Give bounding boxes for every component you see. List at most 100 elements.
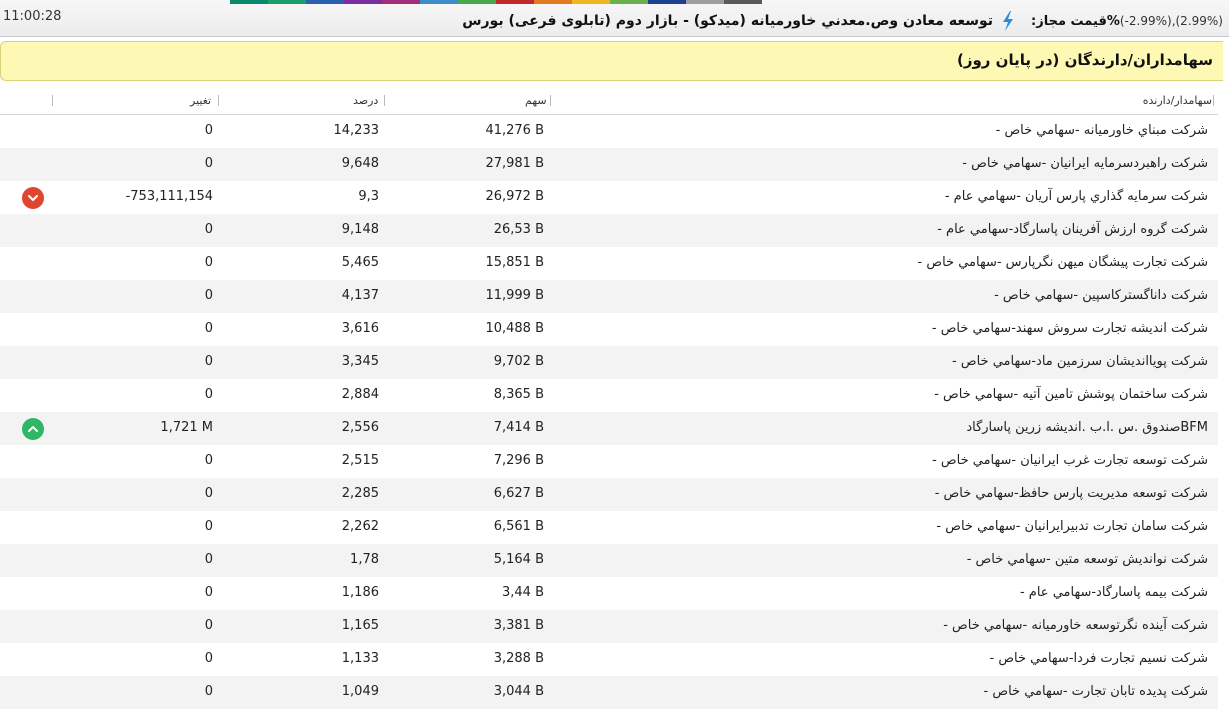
- holder-cell: شرکت گروه ارزش آفرينان پاسارگاد-سهامي عا…: [937, 222, 1208, 237]
- shares-cell: 8,365 B: [493, 387, 544, 402]
- table-row[interactable]: BFMصندوق .س .ا.ب .انديشه زرين پاسارگاد 7,…: [0, 412, 1218, 445]
- table-row[interactable]: شرکت ساختمان پوشش تامين آتيه -سهامي خاص …: [0, 379, 1218, 412]
- column-header-change[interactable]: تغییر: [190, 94, 211, 107]
- change-cell: 0: [204, 222, 213, 237]
- column-separator: [550, 95, 551, 106]
- shares-cell: 3,288 B: [493, 651, 544, 666]
- column-separator: [52, 95, 53, 106]
- percent-cell: 2,884: [341, 387, 379, 402]
- color-strip-segment: [458, 0, 496, 4]
- holder-cell: شرکت پديده تابان تجارت -سهامي خاص -: [983, 684, 1208, 699]
- instrument-header: توسعه معادن وص.معدني خاورميانه (ميدکو) -…: [462, 11, 1223, 31]
- color-strip-segment: [496, 0, 534, 4]
- index-color-strip: [230, 0, 762, 4]
- table-row[interactable]: شرکت پديده تابان تجارت -سهامي خاص - 3,044…: [0, 676, 1218, 709]
- table-row[interactable]: شرکت پويااندیشان سرزمين ماد-سهامي خاص - 9…: [0, 346, 1218, 379]
- table-row[interactable]: شرکت داناگسترکاسپين -سهامي خاص - 11,999 B…: [0, 280, 1218, 313]
- table-row[interactable]: شرکت بيمه پاسارگاد-سهامي عام - 3,44 B 1,18…: [0, 577, 1218, 610]
- change-cell: 0: [204, 519, 213, 534]
- change-cell: 1,721 M: [160, 420, 213, 435]
- column-separator: [218, 95, 219, 106]
- holder-cell: شرکت راهبردسرمايه ايرانيان -سهامي خاص -: [962, 156, 1208, 171]
- holder-cell: شرکت مبناي خاورميانه -سهامي خاص -: [995, 123, 1208, 138]
- percent-cell: 9,148: [341, 222, 379, 237]
- color-strip-segment: [268, 0, 306, 4]
- column-header-holder[interactable]: سهامدار/دارنده: [1143, 94, 1212, 107]
- table-row[interactable]: شرکت نوانديش توسعه متين -سهامي خاص - 5,16…: [0, 544, 1218, 577]
- holders-panel-header: سهامداران/دارندگان (در پایان روز): [0, 41, 1223, 81]
- change-cell: 0: [204, 387, 213, 402]
- change-cell: 0: [204, 354, 213, 369]
- color-strip-segment: [230, 0, 268, 4]
- shares-cell: 7,414 B: [493, 420, 544, 435]
- holder-cell: شرکت انديشه تجارت سروش سهند-سهامي خاص -: [931, 321, 1208, 336]
- shares-cell: 15,851 B: [485, 255, 544, 270]
- shares-cell: 3,381 B: [493, 618, 544, 633]
- shares-cell: 26,972 B: [485, 189, 544, 204]
- shares-cell: 3,44 B: [502, 585, 544, 600]
- percent-cell: 3,345: [341, 354, 379, 369]
- holder-cell: شرکت نوانديش توسعه متين -سهامي خاص -: [966, 552, 1208, 567]
- holder-cell: شرکت نسيم تجارت فردا-سهامي خاص -: [989, 651, 1209, 666]
- shares-cell: 9,702 B: [493, 354, 544, 369]
- percent-cell: 1,165: [341, 618, 379, 633]
- holder-cell: شرکت آينده نگرتوسعه خاورميانه -سهامي خاص…: [943, 618, 1208, 633]
- change-cell: 0: [204, 123, 213, 138]
- shares-cell: 3,044 B: [493, 684, 544, 699]
- percent-cell: 3,616: [341, 321, 379, 336]
- lightning-bolt-icon[interactable]: [1001, 11, 1015, 31]
- table-row[interactable]: شرکت سامان تجارت تدبيرايرانيان -سهامي خا…: [0, 511, 1218, 544]
- percent-cell: 2,285: [341, 486, 379, 501]
- holder-cell: شرکت بيمه پاسارگاد-سهامي عام -: [1019, 585, 1208, 600]
- instrument-title[interactable]: توسعه معادن وص.معدني خاورميانه (ميدکو) -…: [462, 13, 993, 29]
- holder-cell: شرکت تجارت پيشگان ميهن نگرپارس -سهامي خا…: [917, 255, 1208, 270]
- color-strip-segment: [572, 0, 610, 4]
- table-header: سهامدار/دارنده سهم درصد تغییر: [0, 86, 1218, 115]
- shares-cell: 26,53 B: [493, 222, 544, 237]
- allowed-price-value: (-2.99%),(2.99%): [1119, 14, 1223, 28]
- column-separator: [384, 95, 385, 106]
- change-cell: 0: [204, 684, 213, 699]
- table-row[interactable]: شرکت توسعه تجارت غرب ايرانيان -سهامي خاص…: [0, 445, 1218, 478]
- panel-title: سهامداران/دارندگان (در پایان روز): [956, 51, 1213, 69]
- percent-cell: 2,556: [341, 420, 379, 435]
- percent-cell: 1,186: [341, 585, 379, 600]
- table-row[interactable]: شرکت راهبردسرمايه ايرانيان -سهامي خاص - 2…: [0, 148, 1218, 181]
- holder-cell: شرکت توسعه مديريت پارس حافظ-سهامي خاص -: [934, 486, 1208, 501]
- table-row[interactable]: شرکت سرمايه گذاري پارس آريان -سهامي عام …: [0, 181, 1218, 214]
- column-header-shares[interactable]: سهم: [525, 94, 547, 107]
- color-strip-segment: [534, 0, 572, 4]
- percent-cell: 1,78: [350, 552, 379, 567]
- change-cell: 0: [204, 486, 213, 501]
- table-row[interactable]: شرکت انديشه تجارت سروش سهند-سهامي خاص - 1…: [0, 313, 1218, 346]
- table-row[interactable]: شرکت آينده نگرتوسعه خاورميانه -سهامي خاص…: [0, 610, 1218, 643]
- change-cell: 0: [204, 255, 213, 270]
- table-row[interactable]: شرکت گروه ارزش آفرينان پاسارگاد-سهامي عا…: [0, 214, 1218, 247]
- change-cell: 0: [204, 321, 213, 336]
- table-row[interactable]: شرکت نسيم تجارت فردا-سهامي خاص - 3,288 B 1…: [0, 643, 1218, 676]
- allowed-price-label: %قیمت مجاز:: [1031, 13, 1120, 29]
- holder-cell: شرکت پويااندیشان سرزمين ماد-سهامي خاص -: [952, 354, 1208, 369]
- color-strip-segment: [648, 0, 686, 4]
- shares-cell: 11,999 B: [485, 288, 544, 303]
- table-row[interactable]: شرکت تجارت پيشگان ميهن نگرپارس -سهامي خا…: [0, 247, 1218, 280]
- percent-cell: 5,465: [341, 255, 379, 270]
- color-strip-segment: [686, 0, 724, 4]
- table-row[interactable]: شرکت مبناي خاورميانه -سهامي خاص - 41,276 …: [0, 115, 1218, 148]
- table-row[interactable]: شرکت توسعه مديريت پارس حافظ-سهامي خاص - 6…: [0, 478, 1218, 511]
- chevron-up-icon: [22, 418, 44, 440]
- change-cell: 0: [204, 585, 213, 600]
- holder-cell: شرکت سرمايه گذاري پارس آريان -سهامي عام …: [944, 189, 1208, 204]
- holder-cell: شرکت ساختمان پوشش تامين آتيه -سهامي خاص …: [934, 387, 1208, 402]
- column-header-percent[interactable]: درصد: [353, 94, 378, 107]
- top-bar: 11:00:28 توسعه معادن وص.معدني خاورميانه …: [0, 0, 1229, 37]
- shares-cell: 7,296 B: [493, 453, 544, 468]
- color-strip-segment: [724, 0, 762, 4]
- color-strip-segment: [610, 0, 648, 4]
- shares-cell: 41,276 B: [485, 123, 544, 138]
- shares-cell: 6,627 B: [493, 486, 544, 501]
- clock-time: 11:00:28: [3, 9, 62, 24]
- column-separator: [1213, 95, 1214, 106]
- shares-cell: 6,561 B: [493, 519, 544, 534]
- percent-cell: 2,515: [341, 453, 379, 468]
